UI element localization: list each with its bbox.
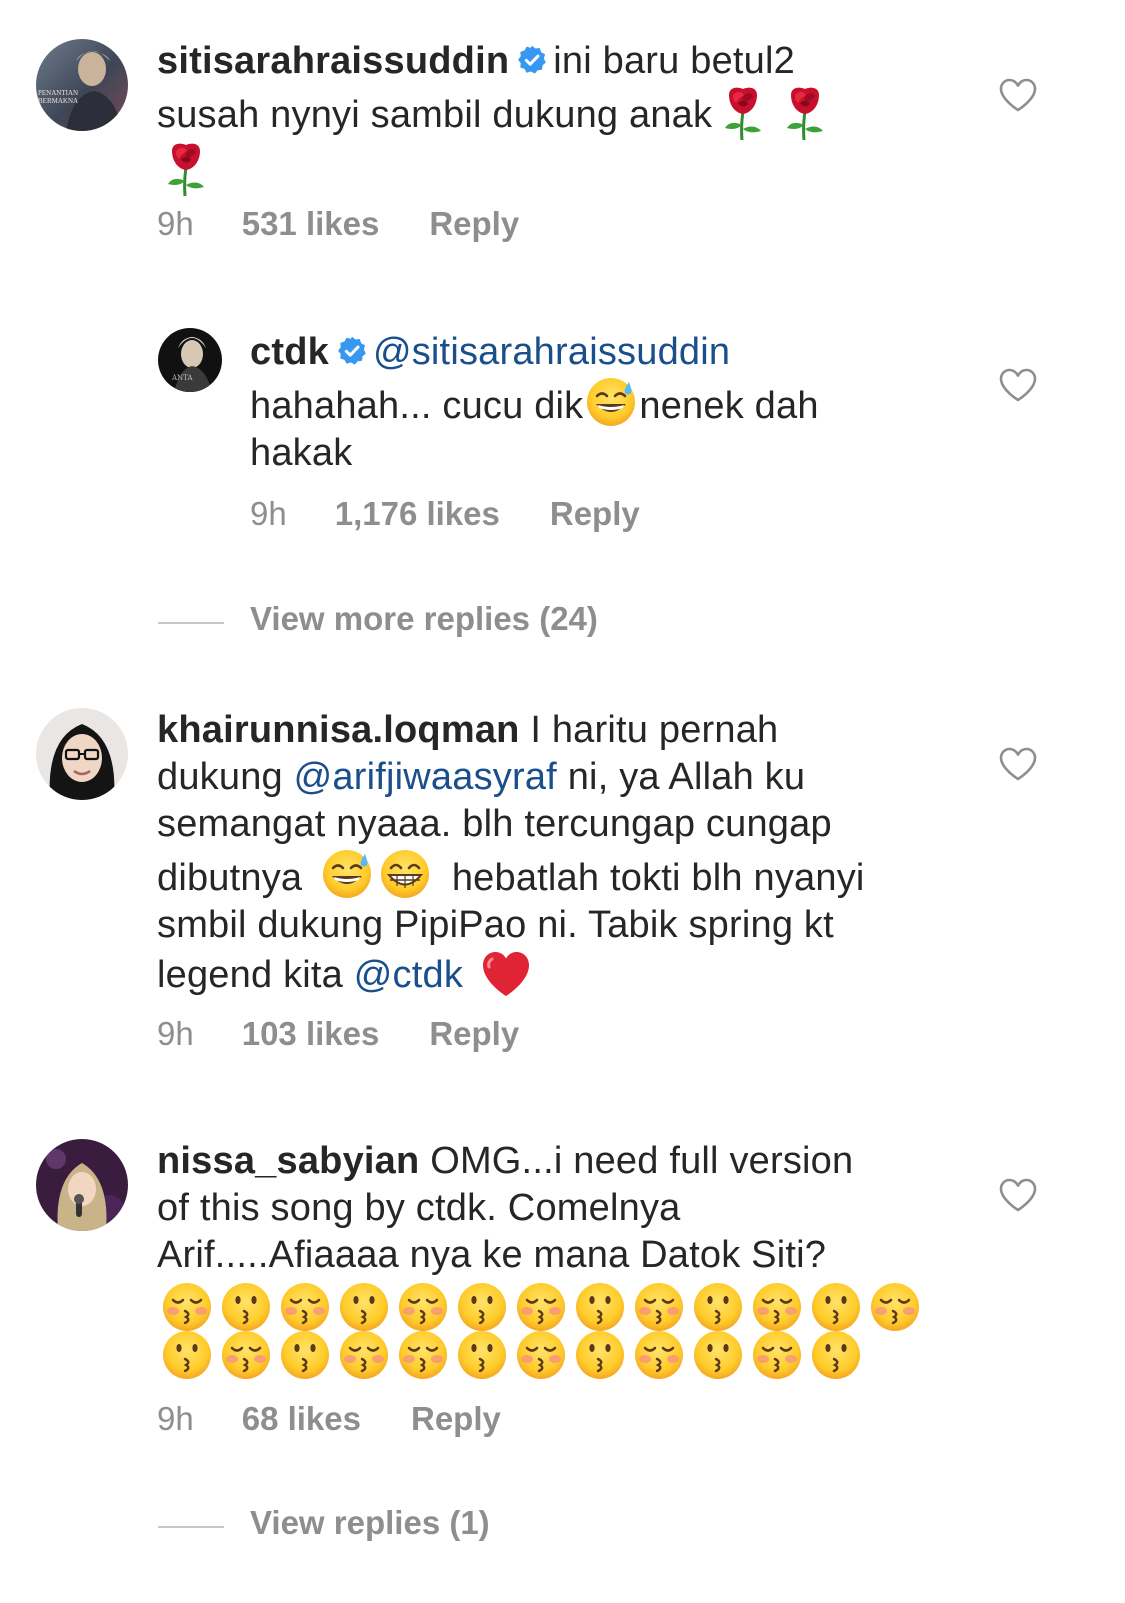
heart-outline-icon[interactable]	[998, 77, 1038, 113]
avatar-image: ANTA	[158, 328, 222, 392]
timestamp: 9h	[157, 1015, 194, 1052]
username[interactable]: khairunnisa.loqman	[157, 709, 520, 751]
comment-meta: 9h 68 likes Reply	[157, 1400, 501, 1438]
kissing-closed-eyes-emoji	[338, 1329, 390, 1381]
avatar-image	[36, 39, 128, 131]
timestamp: 9h	[250, 495, 287, 532]
kissing-emoji	[161, 1329, 213, 1381]
comment-text: hakak	[250, 432, 353, 474]
avatar[interactable]: PENANTIAN BERMAKNA	[36, 39, 128, 131]
comment-text: Arif.....Afiaaaa nya ke mana Datok Siti?	[157, 1234, 827, 1276]
kissing-emoji	[574, 1281, 626, 1333]
kissing-emoji	[456, 1281, 508, 1333]
kissing-closed-eyes-emoji	[397, 1329, 449, 1381]
kissing-closed-eyes-emoji	[751, 1329, 803, 1381]
rose-emoji	[163, 141, 209, 197]
username[interactable]: ctdk	[250, 331, 329, 373]
view-more-replies-label[interactable]: View more replies (24)	[250, 600, 598, 638]
verified-badge-icon	[337, 336, 367, 366]
emoji-row	[157, 1329, 957, 1387]
avatar[interactable]: ANTA	[158, 328, 222, 392]
heart-outline-icon[interactable]	[998, 746, 1038, 782]
reply-button[interactable]: Reply	[550, 495, 640, 533]
kissing-closed-eyes-emoji	[515, 1329, 567, 1381]
comment-meta: 9h 531 likes Reply	[157, 205, 519, 243]
kissing-closed-eyes-emoji	[397, 1281, 449, 1333]
rose-emoji	[782, 85, 828, 141]
avatar-image	[36, 708, 128, 800]
comment-text: hebatlah tokti blh nyanyi	[451, 857, 865, 899]
comment-text: nenek dah	[639, 385, 819, 427]
avatar-image	[36, 1139, 128, 1231]
sweat-smile-emoji	[585, 376, 637, 428]
kissing-closed-eyes-emoji	[751, 1281, 803, 1333]
likes-count[interactable]: 1,176 likes	[335, 495, 500, 533]
comment-text: dukung	[157, 756, 283, 798]
kissing-emoji	[338, 1281, 390, 1333]
kissing-closed-eyes-emoji	[515, 1281, 567, 1333]
comment-text: dibutnya	[157, 857, 303, 899]
likes-count[interactable]: 531 likes	[242, 205, 380, 243]
kissing-emoji	[220, 1281, 272, 1333]
comment-meta: 9h 103 likes Reply	[157, 1015, 519, 1053]
comment-text: legend kita	[157, 954, 344, 996]
mention-link[interactable]: @sitisarahraissuddin	[373, 331, 730, 373]
mention-link[interactable]: @arifjiwaasyraf	[294, 756, 557, 798]
comment-body: khairunnisa.loqman I haritu pernah dukun…	[157, 707, 957, 999]
comment-text: ni, ya Allah ku	[567, 756, 806, 798]
grin-emoji	[379, 848, 431, 900]
comment-text: OMG...i need full version	[430, 1140, 854, 1182]
view-more-replies[interactable]: View more replies (24)	[158, 600, 758, 642]
kissing-emoji	[456, 1329, 508, 1381]
divider-line	[158, 1526, 224, 1528]
verified-badge-icon	[517, 45, 547, 75]
comment-body: nissa_sabyian OMG...i need full version …	[157, 1138, 957, 1387]
reply-button[interactable]: Reply	[429, 1015, 519, 1053]
kissing-emoji	[574, 1329, 626, 1381]
comment-body: ctdk @sitisarahraissuddin hahahah... cucu…	[250, 329, 930, 477]
comment-text: I haritu pernah	[530, 709, 779, 751]
kissing-closed-eyes-emoji	[869, 1281, 921, 1333]
comment-body: sitisarahraissuddin ini baru betul2 susah…	[157, 38, 917, 197]
kissing-emoji	[810, 1281, 862, 1333]
timestamp: 9h	[157, 205, 194, 242]
sweat-smile-emoji	[321, 848, 373, 900]
mention-link[interactable]: @ctdk	[354, 954, 463, 996]
comment-text: susah nynyi sambil dukung anak	[157, 94, 713, 136]
avatar[interactable]	[36, 708, 128, 800]
rose-emoji	[720, 85, 766, 141]
comment-meta: 9h 1,176 likes Reply	[250, 495, 640, 533]
red-heart-emoji	[480, 949, 532, 999]
comment-text: smbil dukung PipiPao ni. Tabik spring kt	[157, 904, 834, 946]
kissing-closed-eyes-emoji	[633, 1281, 685, 1333]
comment-text: ini baru betul2	[553, 40, 795, 82]
likes-count[interactable]: 68 likes	[242, 1400, 361, 1438]
username[interactable]: sitisarahraissuddin	[157, 40, 509, 82]
comment-text: of this song by ctdk. Comelnya	[157, 1187, 681, 1229]
reply-button[interactable]: Reply	[429, 205, 519, 243]
kissing-closed-eyes-emoji	[161, 1281, 213, 1333]
likes-count[interactable]: 103 likes	[242, 1015, 380, 1053]
kissing-closed-eyes-emoji	[279, 1281, 331, 1333]
comment-text: semangat nyaaa. blh tercungap cungap	[157, 803, 832, 845]
heart-outline-icon[interactable]	[998, 367, 1038, 403]
heart-outline-icon[interactable]	[998, 1177, 1038, 1213]
kissing-emoji	[810, 1329, 862, 1381]
kissing-emoji	[692, 1281, 744, 1333]
view-replies[interactable]: View replies (1)	[158, 1504, 658, 1546]
avatar-caption: PENANTIAN BERMAKNA	[38, 89, 79, 105]
avatar[interactable]	[36, 1139, 128, 1231]
kissing-emoji	[692, 1329, 744, 1381]
view-replies-label[interactable]: View replies (1)	[250, 1504, 490, 1542]
reply-button[interactable]: Reply	[411, 1400, 501, 1438]
kissing-closed-eyes-emoji	[633, 1329, 685, 1381]
divider-line	[158, 622, 224, 624]
timestamp: 9h	[157, 1400, 194, 1437]
kissing-closed-eyes-emoji	[220, 1329, 272, 1381]
kissing-emoji	[279, 1329, 331, 1381]
svg-text:ANTA: ANTA	[171, 374, 193, 382]
comment-text: hahahah... cucu dik	[250, 385, 584, 427]
username[interactable]: nissa_sabyian	[157, 1140, 419, 1182]
